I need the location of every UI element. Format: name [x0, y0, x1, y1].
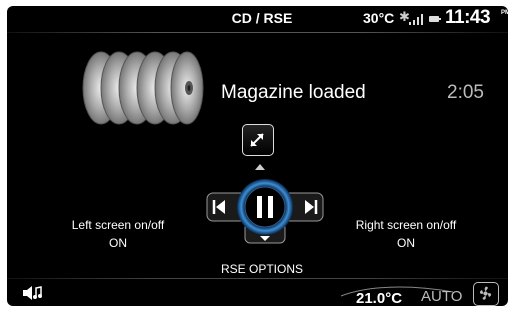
- pause-button[interactable]: [237, 179, 293, 235]
- left-screen-toggle-label[interactable]: Left screen on/off: [48, 218, 188, 232]
- cd-magazine-icon: [82, 51, 204, 125]
- right-screen-state[interactable]: ON: [336, 236, 476, 250]
- status-bar: CD / RSE 30°C ✱ 11:43 PM: [7, 6, 508, 30]
- fan-button[interactable]: [473, 282, 499, 306]
- climate-auto-mode[interactable]: AUTO: [421, 288, 462, 305]
- expand-icon: [250, 133, 264, 147]
- battery-icon: [429, 16, 441, 22]
- volume-icon[interactable]: [21, 284, 43, 302]
- cabin-temperature[interactable]: 21.0°C: [356, 290, 402, 306]
- clock-ampm: PM: [501, 10, 508, 16]
- fullscreen-button[interactable]: [242, 124, 274, 156]
- right-screen-toggle-label[interactable]: Right screen on/off: [336, 218, 476, 232]
- playback-status: Magazine loaded: [221, 82, 366, 103]
- playback-control-pad: [206, 179, 324, 244]
- divider: [7, 278, 508, 279]
- clock: 11:43: [445, 7, 491, 28]
- elapsed-time: 2:05: [447, 82, 484, 103]
- arrow-up-icon: [255, 164, 265, 170]
- infotainment-screen: CD / RSE 30°C ✱ 11:43 PM Magazine loaded…: [7, 6, 508, 306]
- signal-icon: [409, 14, 425, 25]
- divider: [7, 32, 508, 33]
- page-title: CD / RSE: [231, 10, 293, 26]
- left-screen-state[interactable]: ON: [48, 236, 188, 250]
- outside-temperature: 30°C: [363, 10, 395, 26]
- rse-options-button[interactable]: RSE OPTIONS: [197, 262, 327, 276]
- fan-icon: [479, 286, 492, 300]
